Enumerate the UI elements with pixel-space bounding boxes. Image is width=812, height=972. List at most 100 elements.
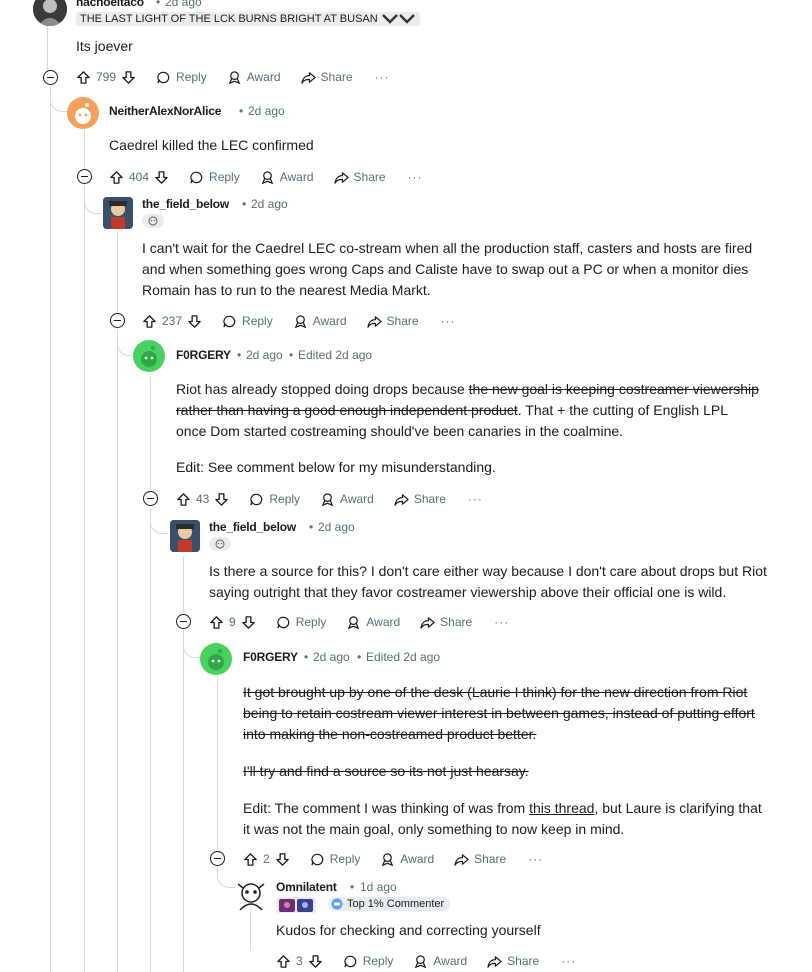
share-button[interactable]: Share bbox=[487, 954, 539, 969]
thread-line[interactable] bbox=[250, 910, 251, 950]
comment-bubble-icon bbox=[190, 171, 203, 183]
avatar[interactable] bbox=[234, 878, 268, 912]
award-button[interactable]: Award bbox=[260, 170, 314, 185]
comment-body: and when something goes wrong Caps and C… bbox=[142, 261, 749, 277]
more-options-icon[interactable]: ··· bbox=[494, 615, 509, 629]
share-button[interactable]: Share bbox=[420, 615, 472, 630]
share-button[interactable]: Share bbox=[394, 492, 446, 507]
upvote-icon[interactable] bbox=[243, 852, 258, 867]
upvote-icon[interactable] bbox=[276, 954, 291, 969]
comment-author[interactable]: the_field_below bbox=[142, 197, 229, 211]
thread-line[interactable] bbox=[84, 186, 85, 972]
comment-time[interactable]: 2d ago bbox=[313, 650, 350, 664]
comment-bubble-icon bbox=[343, 955, 356, 967]
comment-author[interactable]: F0RGERY bbox=[176, 348, 231, 362]
award-button[interactable]: Award bbox=[380, 852, 434, 867]
comment-bubble-icon bbox=[157, 71, 170, 83]
upvote-icon[interactable] bbox=[76, 70, 91, 85]
downvote-icon[interactable] bbox=[214, 492, 229, 507]
avatar[interactable] bbox=[170, 520, 200, 552]
more-options-icon[interactable]: ··· bbox=[468, 492, 483, 506]
share-label: Share bbox=[320, 70, 353, 84]
upvote-icon[interactable] bbox=[142, 314, 157, 329]
collapse-toggle[interactable] bbox=[110, 313, 125, 328]
award-button[interactable]: Award bbox=[320, 492, 374, 507]
share-button[interactable]: Share bbox=[333, 170, 386, 185]
thread-line[interactable] bbox=[117, 330, 118, 972]
thread-link[interactable]: this thread bbox=[529, 800, 594, 816]
avatar[interactable] bbox=[103, 197, 133, 229]
reply-label: Reply bbox=[209, 170, 240, 184]
more-options-icon[interactable]: ··· bbox=[528, 852, 543, 866]
downvote-icon[interactable] bbox=[308, 954, 323, 969]
more-options-icon[interactable]: ··· bbox=[408, 170, 423, 184]
thread-connector bbox=[183, 636, 201, 658]
downvote-icon[interactable] bbox=[275, 852, 290, 867]
comment-time[interactable]: 2d ago bbox=[248, 104, 285, 118]
thread-line[interactable] bbox=[217, 676, 218, 850]
comment-bubble-icon bbox=[223, 315, 236, 327]
comment-time[interactable]: 2d ago bbox=[165, 0, 202, 9]
comment-author[interactable]: NeitherAlexNorAlice bbox=[109, 104, 221, 118]
upvote-icon[interactable] bbox=[209, 615, 224, 630]
meta-separator: • bbox=[304, 650, 309, 664]
comment-time[interactable]: 2d ago bbox=[246, 348, 283, 362]
thread-line[interactable] bbox=[183, 556, 184, 612]
award-button[interactable]: Award bbox=[346, 615, 400, 630]
award-button[interactable]: Award bbox=[413, 954, 467, 969]
comment-time[interactable]: 1d ago bbox=[360, 880, 397, 894]
award-button[interactable]: Award bbox=[293, 314, 347, 329]
award-label: Award bbox=[433, 954, 468, 968]
comment-time[interactable]: 2d ago bbox=[318, 520, 355, 534]
upvote-icon[interactable] bbox=[176, 492, 191, 507]
upvote-icon[interactable] bbox=[109, 170, 124, 185]
downvote-icon[interactable] bbox=[241, 615, 256, 630]
more-options-icon[interactable]: ··· bbox=[375, 70, 390, 84]
reply-button[interactable]: Reply bbox=[189, 170, 240, 185]
thread-line[interactable] bbox=[117, 232, 118, 312]
flair-emoji-icon bbox=[148, 216, 158, 226]
collapse-toggle[interactable] bbox=[77, 169, 92, 184]
collapse-toggle[interactable] bbox=[176, 614, 191, 629]
avatar[interactable] bbox=[67, 97, 99, 129]
reply-button[interactable]: Reply bbox=[310, 852, 360, 867]
thread-line[interactable] bbox=[150, 508, 151, 972]
reply-button[interactable]: Reply bbox=[249, 492, 300, 507]
downvote-icon[interactable] bbox=[187, 314, 202, 329]
reply-button[interactable]: Reply bbox=[343, 954, 393, 969]
flair-emoji-icon bbox=[381, 14, 415, 24]
more-options-icon[interactable]: ··· bbox=[441, 314, 456, 328]
share-icon bbox=[487, 955, 502, 968]
thread-line[interactable] bbox=[183, 630, 184, 972]
thread-line[interactable] bbox=[50, 86, 51, 972]
thread-line[interactable] bbox=[150, 376, 151, 490]
comment-author[interactable]: Omnilatent bbox=[276, 880, 337, 894]
collapse-toggle[interactable] bbox=[143, 491, 158, 506]
share-button[interactable]: Share bbox=[454, 852, 506, 867]
reply-button[interactable]: Reply bbox=[276, 615, 326, 630]
comment-body: saying outright that they favor costream… bbox=[209, 584, 727, 600]
reply-button[interactable]: Reply bbox=[222, 314, 273, 329]
avatar[interactable] bbox=[33, 0, 67, 26]
share-button[interactable]: Share bbox=[300, 70, 353, 85]
reply-button[interactable]: Reply bbox=[156, 70, 207, 85]
comment-author[interactable]: nachoeltaco bbox=[76, 0, 144, 9]
share-button[interactable]: Share bbox=[366, 314, 419, 329]
comment-author[interactable]: the_field_below bbox=[209, 520, 296, 534]
comment-bubble-icon bbox=[310, 853, 323, 865]
thread-line[interactable] bbox=[84, 130, 85, 170]
thread-line[interactable] bbox=[47, 20, 48, 70]
downvote-icon[interactable] bbox=[121, 70, 136, 85]
collapse-toggle[interactable] bbox=[210, 851, 225, 866]
comment-author[interactable]: F0RGERY bbox=[243, 650, 298, 664]
comment-actions: 3 Reply Award Share ··· bbox=[276, 951, 576, 971]
vote-count: 9 bbox=[229, 615, 236, 629]
award-button[interactable]: Award bbox=[227, 70, 281, 85]
more-options-icon[interactable]: ··· bbox=[561, 954, 576, 968]
comment-time[interactable]: 2d ago bbox=[251, 197, 288, 211]
avatar[interactable] bbox=[200, 643, 232, 675]
avatar[interactable] bbox=[133, 340, 165, 372]
collapse-toggle[interactable] bbox=[43, 70, 58, 85]
downvote-icon[interactable] bbox=[154, 170, 169, 185]
thread-connector bbox=[150, 512, 168, 534]
